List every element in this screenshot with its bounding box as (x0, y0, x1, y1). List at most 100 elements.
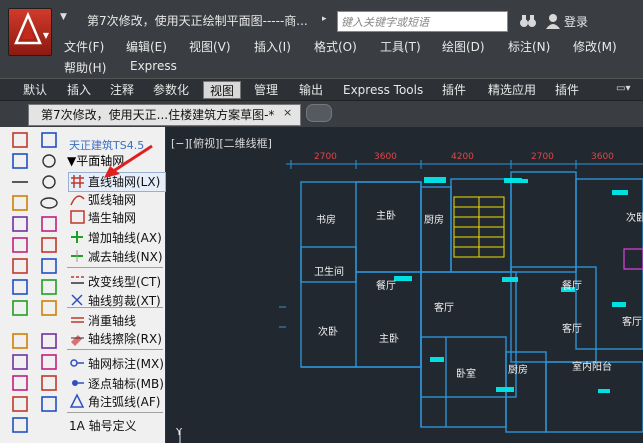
autocad-logo-icon (14, 12, 42, 45)
tab-express-tools[interactable]: Express Tools (343, 81, 423, 99)
stamp-icon[interactable] (10, 215, 30, 233)
menu-help[interactable]: 帮助(H) (64, 59, 106, 76)
tool-item[interactable]: 逐点轴标(MB) (69, 375, 165, 393)
tool-item-label: 减去轴线(NX) (88, 250, 163, 264)
divider (67, 307, 163, 308)
axis-dim-icon (70, 359, 84, 367)
align-icon[interactable] (39, 299, 59, 317)
tool-item[interactable]: 改变线型(CT) (69, 273, 165, 291)
chevron-icon[interactable] (10, 416, 30, 434)
menu-express[interactable]: Express (130, 59, 177, 73)
tool-item[interactable]: 弧线轴网 (69, 191, 165, 209)
menu-view[interactable]: 视图(V) (189, 38, 231, 55)
counter-icon[interactable] (10, 152, 30, 170)
menu-edit[interactable]: 编辑(E) (126, 38, 167, 55)
divider (67, 349, 163, 350)
tool-item-label: 弧线轴网 (88, 193, 137, 207)
tab-annotate[interactable]: 注释 (110, 81, 134, 99)
tab-plugins[interactable]: 插件 (442, 81, 466, 99)
document-tab[interactable]: 第7次修改，使用天正...住楼建筑方案草图-* (28, 104, 301, 126)
divider (67, 267, 163, 268)
search-input[interactable]: 键入关键字或短语 (337, 11, 508, 32)
layer-icon[interactable] (39, 236, 59, 254)
pin-icon[interactable] (10, 395, 30, 413)
menu-format[interactable]: 格式(O) (314, 38, 357, 55)
tab-parametric[interactable]: 参数化 (153, 81, 189, 99)
menu-tools[interactable]: 工具(T) (380, 38, 421, 55)
tool-item[interactable]: 轴网标注(MX) (69, 355, 165, 373)
tab-featured-apps[interactable]: 精选应用 (488, 81, 536, 99)
tab-plugins-2[interactable]: 插件 (555, 81, 579, 99)
drawing-canvas[interactable]: [−][俯视][二维线框] 2700 3600 4200 2700 3600 书… (166, 127, 643, 443)
pencil-icon[interactable] (39, 332, 59, 350)
dim-icon[interactable] (10, 374, 30, 392)
brush-icon[interactable] (10, 194, 30, 212)
tianzheng-toolbar: 天正建筑TS4.5 ▼平面轴网 直线轴网(LX) 弧线轴网 墙生轴网 增加轴线(AX)… (0, 127, 166, 443)
circle-icon[interactable] (39, 152, 59, 170)
tab-default[interactable]: 默认 (23, 81, 47, 99)
hatch-icon[interactable] (39, 374, 59, 392)
tool-item-label: 增加轴线(AX) (88, 231, 162, 245)
polygon-icon[interactable] (39, 215, 59, 233)
arc-grid-icon (70, 195, 85, 206)
room-label: 客厅 (434, 303, 454, 314)
ribbon-minimize-icon[interactable]: ▭▾ (616, 83, 630, 94)
quick-access-dropdown-icon[interactable]: ▼ (60, 12, 67, 22)
line-icon[interactable] (10, 173, 30, 191)
dim-label-5: 3600 (591, 152, 614, 162)
tool-item-label: 墙生轴网 (88, 211, 137, 225)
tool-item-label: 消重轴线 (88, 314, 137, 328)
star-icon[interactable] (39, 257, 59, 275)
tool-item-label: 1A 轴号定义 (69, 419, 137, 433)
dim-label-2: 3600 (374, 152, 397, 162)
binoculars-icon[interactable] (519, 12, 537, 30)
menu-draw[interactable]: 绘图(D) (442, 38, 485, 55)
tab-view[interactable]: 视图 (203, 81, 242, 99)
dim-label-3: 4200 (451, 152, 474, 162)
room-label: 卧室 (456, 369, 476, 380)
menu-dimension[interactable]: 标注(N) (508, 38, 550, 55)
tab-insert[interactable]: 插入 (67, 81, 91, 99)
close-icon[interactable]: × (283, 106, 292, 119)
key-icon[interactable] (10, 257, 30, 275)
icon-column-1 (8, 131, 36, 443)
icon-column-2 (37, 131, 65, 443)
tool-item[interactable]: 减去轴线(NX) (69, 248, 165, 266)
tool-item[interactable]: 增加轴线(AX) (69, 229, 165, 247)
color-icon[interactable] (10, 236, 30, 254)
tab-manage[interactable]: 管理 (254, 81, 278, 99)
move-icon[interactable] (39, 278, 59, 296)
tool-item[interactable]: 角注弧线(AF) (69, 393, 165, 411)
node-icon[interactable] (10, 353, 30, 371)
divider (67, 412, 163, 413)
tool-item[interactable]: 消重轴线 (69, 312, 165, 330)
pen-icon[interactable] (10, 332, 30, 350)
curve-icon[interactable] (39, 395, 59, 413)
user-icon[interactable] (546, 13, 560, 29)
wall-grid-icon (70, 210, 85, 224)
menu-icon[interactable] (39, 131, 59, 149)
title-arrow-icon[interactable]: ▸ (322, 14, 327, 24)
image-icon[interactable] (10, 131, 30, 149)
dim-label-1: 2700 (314, 152, 337, 162)
tab-output[interactable]: 输出 (299, 81, 323, 99)
room-label: 厨房 (424, 215, 444, 226)
tool-item[interactable]: 墙生轴网 (69, 209, 165, 227)
menu-modify[interactable]: 修改(M) (573, 38, 617, 55)
login-link[interactable]: 登录 (564, 13, 588, 30)
new-tab-button[interactable] (306, 104, 332, 122)
menu-file[interactable]: 文件(F) (64, 38, 104, 55)
circle-icon[interactable] (39, 173, 59, 191)
tool-item[interactable]: 1A 轴号定义 (69, 417, 165, 435)
room-label: 客厅 (622, 317, 642, 328)
application-menu-button[interactable]: ▼ (8, 8, 52, 56)
menu-insert[interactable]: 插入(I) (254, 38, 291, 55)
split-icon[interactable] (39, 353, 59, 371)
tool-item[interactable]: 轴线擦除(RX) (69, 330, 165, 348)
align-icon[interactable] (10, 299, 30, 317)
wrench-icon[interactable] (10, 278, 30, 296)
room-label: 餐厅 (562, 281, 582, 292)
point-tag-icon (72, 380, 84, 386)
red-arrow-annotation (104, 144, 153, 178)
ellipse-icon[interactable] (39, 194, 59, 212)
